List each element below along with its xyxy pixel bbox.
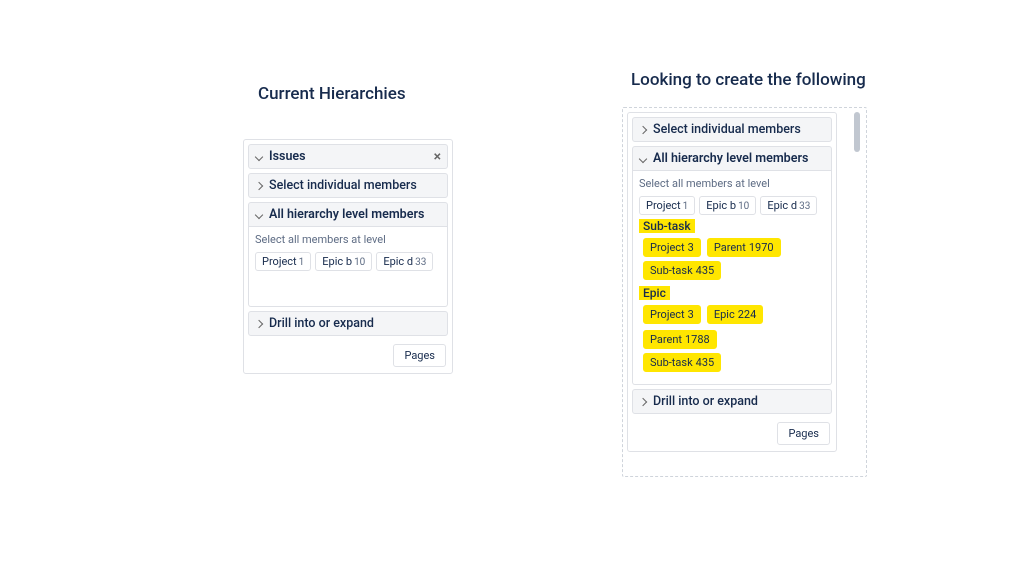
hl-chip[interactable]: Epic 224 (707, 305, 763, 324)
hl-chip[interactable]: Sub-task 435 (643, 261, 721, 280)
chip-label: Epic (714, 308, 735, 321)
all-level-body: Select all members at level Project 1 Ep… (632, 171, 832, 385)
chip-count: 10 (738, 201, 749, 212)
hl-chip[interactable]: Project 3 (643, 238, 701, 257)
chip-count: 435 (696, 356, 715, 369)
select-individual-label: Select individual members (653, 122, 801, 137)
level-chip[interactable]: Epic b 10 (315, 252, 372, 271)
select-individual-header[interactable]: Select individual members (248, 173, 448, 198)
pages-button[interactable]: Pages (393, 344, 446, 367)
all-level-body: Select all members at level Project 1 Ep… (248, 227, 448, 307)
chip-count: 1 (299, 257, 305, 268)
right-title: Looking to create the following (631, 70, 866, 90)
select-individual-header[interactable]: Select individual members (632, 117, 832, 142)
chevron-right-icon (255, 182, 263, 190)
pages-button[interactable]: Pages (777, 422, 830, 445)
chip-count: 33 (799, 201, 810, 212)
chip-label: Project (650, 241, 685, 254)
chip-label: Epic d (383, 255, 413, 268)
hl-chip[interactable]: Sub-task 435 (643, 353, 721, 372)
chip-count: 435 (696, 264, 715, 277)
level-chip[interactable]: Project 1 (639, 196, 695, 215)
hl-chip[interactable]: Parent 1970 (707, 238, 781, 257)
group-heading: Epic (639, 286, 670, 300)
issues-label: Issues (269, 149, 306, 164)
level-chip[interactable]: Epic b 10 (699, 196, 756, 215)
chip-label: Project (646, 199, 681, 212)
target-wrap: Select individual members All hierarchy … (622, 107, 867, 477)
left-panel: Issues × Select individual members All h… (243, 139, 453, 374)
chip-label: Epic b (706, 199, 736, 212)
chip-label: Parent (650, 333, 682, 346)
right-panel: Select individual members All hierarchy … (627, 112, 837, 452)
level-chip[interactable]: Epic d 33 (760, 196, 817, 215)
chip-label: Project (650, 308, 685, 321)
chevron-down-icon (255, 153, 263, 161)
close-icon[interactable]: × (434, 149, 441, 165)
chip-label: Project (262, 255, 297, 268)
drill-header[interactable]: Drill into or expand (248, 311, 448, 336)
chip-label: Sub-task (650, 356, 693, 369)
all-level-header[interactable]: All hierarchy level members (248, 202, 448, 227)
chevron-right-icon (639, 398, 647, 406)
drill-label: Drill into or expand (653, 394, 758, 409)
level-chip[interactable]: Project 1 (255, 252, 311, 271)
chip-label: Epic b (322, 255, 352, 268)
chip-count: 1788 (685, 333, 710, 346)
drill-header[interactable]: Drill into or expand (632, 389, 832, 414)
group-heading: Sub-task (639, 219, 695, 233)
scrollbar-thumb[interactable] (854, 112, 860, 152)
all-level-header[interactable]: All hierarchy level members (632, 146, 832, 171)
level-chip[interactable]: Epic d 33 (376, 252, 433, 271)
chevron-right-icon (639, 126, 647, 134)
chevron-down-icon (639, 155, 647, 163)
hl-chip[interactable]: Project 3 (643, 305, 701, 324)
select-individual-label: Select individual members (269, 178, 417, 193)
chip-count: 10 (354, 257, 365, 268)
chip-count: 1 (683, 201, 689, 212)
chip-count: 224 (738, 308, 757, 321)
chip-count: 33 (415, 257, 426, 268)
all-level-label: All hierarchy level members (269, 207, 424, 222)
left-title: Current Hierarchies (258, 84, 406, 104)
chip-label: Sub-task (650, 264, 693, 277)
level-subtitle: Select all members at level (639, 177, 825, 190)
level-subtitle: Select all members at level (255, 233, 441, 246)
chevron-down-icon (255, 211, 263, 219)
drill-label: Drill into or expand (269, 316, 374, 331)
hl-chip[interactable]: Parent 1788 (643, 330, 717, 349)
chip-count: 1970 (749, 241, 774, 254)
chevron-right-icon (255, 320, 263, 328)
issues-header[interactable]: Issues × (248, 144, 448, 169)
all-level-label: All hierarchy level members (653, 151, 808, 166)
chip-label: Parent (714, 241, 746, 254)
chip-count: 3 (688, 241, 694, 254)
chip-count: 3 (688, 308, 694, 321)
chip-label: Epic d (767, 199, 797, 212)
